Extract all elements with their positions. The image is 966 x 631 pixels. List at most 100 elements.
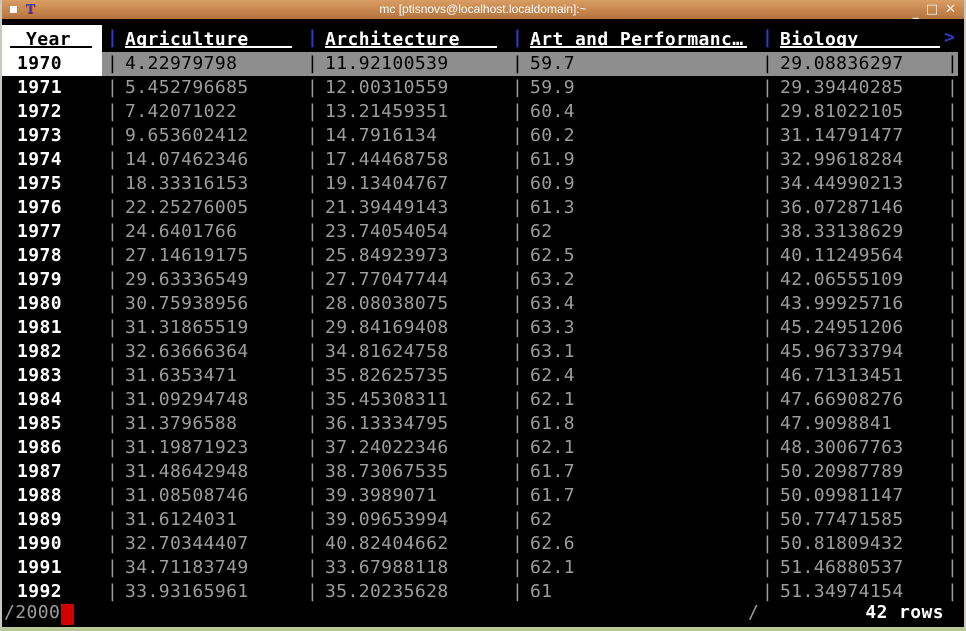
cell-biology[interactable]: | 50.81809432 bbox=[757, 532, 942, 556]
cell-art-and-performance[interactable]: | 62.5 bbox=[507, 244, 757, 268]
cell-year[interactable]: 1971 bbox=[2, 76, 102, 100]
cell-biology[interactable]: | 40.11249564 bbox=[757, 244, 942, 268]
cell-architecture[interactable]: | 39.09653994 bbox=[302, 508, 507, 532]
cell-biology[interactable]: | 45.96733794 bbox=[757, 340, 942, 364]
cell-agriculture[interactable]: | 9.653602412 bbox=[102, 124, 302, 148]
cell-architecture[interactable]: | 14.7916134 bbox=[302, 124, 507, 148]
titlebar[interactable]: T mc [ptisnovs@localhost.localdomain]:~ … bbox=[2, 0, 964, 19]
table-row[interactable]: 1990 | 32.70344407 | 40.82404662 | 62.6 | 50… bbox=[2, 532, 964, 556]
cell-architecture[interactable]: | 39.3989071 bbox=[302, 484, 507, 508]
cell-biology[interactable]: | 34.44990213 bbox=[757, 172, 942, 196]
cell-agriculture[interactable]: | 29.63336549 bbox=[102, 268, 302, 292]
cell-biology[interactable]: | 43.99925716 bbox=[757, 292, 942, 316]
cell-agriculture[interactable]: | 32.63666364 bbox=[102, 340, 302, 364]
cell-art-and-performance[interactable]: | 62 bbox=[507, 220, 757, 244]
cell-agriculture[interactable]: | 30.75938956 bbox=[102, 292, 302, 316]
cell-agriculture[interactable]: | 31.48642948 bbox=[102, 460, 302, 484]
table-row[interactable]: 1987 | 31.48642948 | 38.73067535 | 61.7 | 50… bbox=[2, 460, 964, 484]
cell-art-and-performance[interactable]: | 63.3 bbox=[507, 316, 757, 340]
cell-art-and-performance[interactable]: | 60.2 bbox=[507, 124, 757, 148]
column-header-architecture[interactable]: | Architecture bbox=[302, 25, 507, 52]
cell-biology[interactable]: | 29.39440285 bbox=[757, 76, 942, 100]
column-header-agriculture[interactable]: | Agriculture bbox=[102, 25, 302, 52]
cell-agriculture[interactable]: | 14.07462346 bbox=[102, 148, 302, 172]
column-header-biology[interactable]: | Biology bbox=[757, 25, 942, 52]
cell-architecture[interactable]: | 25.84923973 bbox=[302, 244, 507, 268]
cell-architecture[interactable]: | 37.24022346 bbox=[302, 436, 507, 460]
cell-year[interactable]: 1975 bbox=[2, 172, 102, 196]
cell-agriculture[interactable]: | 5.452796685 bbox=[102, 76, 302, 100]
table-row[interactable]: 1976 | 22.25276005 | 21.39449143 | 61.3 | 36… bbox=[2, 196, 964, 220]
cell-year[interactable]: 1980 bbox=[2, 292, 102, 316]
cell-agriculture[interactable]: | 24.6401766 bbox=[102, 220, 302, 244]
cell-agriculture[interactable]: | 32.70344407 bbox=[102, 532, 302, 556]
cell-art-and-performance[interactable]: | 61.7 bbox=[507, 484, 757, 508]
cell-year[interactable]: 1985 bbox=[2, 412, 102, 436]
cell-biology[interactable]: | 48.30067763 bbox=[757, 436, 942, 460]
cell-year[interactable]: 1991 bbox=[2, 556, 102, 580]
minimize-button[interactable]: _ bbox=[913, 6, 919, 18]
cell-year[interactable]: 1989 bbox=[2, 508, 102, 532]
cell-architecture[interactable]: | 35.82625735 bbox=[302, 364, 507, 388]
cell-biology[interactable]: | 29.08836297 bbox=[757, 52, 942, 76]
cell-art-and-performance[interactable]: | 61.3 bbox=[507, 196, 757, 220]
more-columns-icon[interactable]: > bbox=[944, 25, 955, 52]
cell-art-and-performance[interactable]: | 62 bbox=[507, 508, 757, 532]
cell-year[interactable]: 1978 bbox=[2, 244, 102, 268]
cell-agriculture[interactable]: | 34.71183749 bbox=[102, 556, 302, 580]
cell-architecture[interactable]: | 19.13404767 bbox=[302, 172, 507, 196]
cell-art-and-performance[interactable]: | 63.1 bbox=[507, 340, 757, 364]
cell-biology[interactable]: | 50.09981147 bbox=[757, 484, 942, 508]
cell-biology[interactable]: | 42.06555109 bbox=[757, 268, 942, 292]
cell-year[interactable]: 1987 bbox=[2, 460, 102, 484]
cell-architecture[interactable]: | 28.08038075 bbox=[302, 292, 507, 316]
table-row[interactable]: 1986 | 31.19871923 | 37.24022346 | 62.1 | 48… bbox=[2, 436, 964, 460]
cell-agriculture[interactable]: | 31.09294748 bbox=[102, 388, 302, 412]
column-header-art-and-performance[interactable]: | Art and Performanc… bbox=[507, 25, 757, 52]
table-row[interactable]: 1972 | 7.42071022 | 13.21459351 | 60.4 | 29.… bbox=[2, 100, 964, 124]
cell-art-and-performance[interactable]: | 59.7 bbox=[507, 52, 757, 76]
table-row[interactable]: 1984 | 31.09294748 | 35.45308311 | 62.1 | 47… bbox=[2, 388, 964, 412]
column-header-year[interactable]: Year bbox=[2, 25, 102, 52]
cell-art-and-performance[interactable]: | 60.4 bbox=[507, 100, 757, 124]
cell-biology[interactable]: | 50.20987789 bbox=[757, 460, 942, 484]
cell-art-and-performance[interactable]: | 61.8 bbox=[507, 412, 757, 436]
table-row[interactable]: 1974 | 14.07462346 | 17.44468758 | 61.9 | 32… bbox=[2, 148, 964, 172]
table-row[interactable]: 1985 | 31.3796588 | 36.13334795 | 61.8 | 47.… bbox=[2, 412, 964, 436]
cell-agriculture[interactable]: | 31.6353471 bbox=[102, 364, 302, 388]
cell-architecture[interactable]: | 34.81624758 bbox=[302, 340, 507, 364]
cell-agriculture[interactable]: | 4.22979798 bbox=[102, 52, 302, 76]
cell-architecture[interactable]: | 21.39449143 bbox=[302, 196, 507, 220]
cell-agriculture[interactable]: | 31.08508746 bbox=[102, 484, 302, 508]
close-button[interactable]: ✕ bbox=[945, 3, 956, 16]
table-row[interactable]: 1979 | 29.63336549 | 27.77047744 | 63.2 | 42… bbox=[2, 268, 964, 292]
table-row[interactable]: 1991 | 34.71183749 | 33.67988118 | 62.1 | 51… bbox=[2, 556, 964, 580]
table-row[interactable]: 1975 | 18.33316153 | 19.13404767 | 60.9 | 34… bbox=[2, 172, 964, 196]
cell-biology[interactable]: | 47.9098841 bbox=[757, 412, 942, 436]
search-input[interactable]: /2000 bbox=[4, 601, 75, 625]
cell-architecture[interactable]: | 27.77047744 bbox=[302, 268, 507, 292]
table-row[interactable]: 1978 | 27.14619175 | 25.84923973 | 62.5 | 40… bbox=[2, 244, 964, 268]
cell-agriculture[interactable]: | 22.25276005 bbox=[102, 196, 302, 220]
table-row[interactable]: 1989 | 31.6124031 | 39.09653994 | 62 | 50.77… bbox=[2, 508, 964, 532]
cell-architecture[interactable]: | 17.44468758 bbox=[302, 148, 507, 172]
cell-year[interactable]: 1983 bbox=[2, 364, 102, 388]
cell-agriculture[interactable]: | 27.14619175 bbox=[102, 244, 302, 268]
maximize-button[interactable]: □ bbox=[926, 3, 938, 16]
cell-year[interactable]: 1973 bbox=[2, 124, 102, 148]
cell-architecture[interactable]: | 12.00310559 bbox=[302, 76, 507, 100]
cell-biology[interactable]: | 46.71313451 bbox=[757, 364, 942, 388]
cell-architecture[interactable]: | 11.92100539 bbox=[302, 52, 507, 76]
table-row[interactable]: 1973 | 9.653602412 | 14.7916134 | 60.2 | 31.… bbox=[2, 124, 964, 148]
cell-art-and-performance[interactable]: | 62.1 bbox=[507, 556, 757, 580]
cell-art-and-performance[interactable]: | 60.9 bbox=[507, 172, 757, 196]
cell-biology[interactable]: | 47.66908276 bbox=[757, 388, 942, 412]
cell-year[interactable]: 1990 bbox=[2, 532, 102, 556]
cell-architecture[interactable]: | 38.73067535 bbox=[302, 460, 507, 484]
table-row[interactable]: 1988 | 31.08508746 | 39.3989071 | 61.7 | 50.… bbox=[2, 484, 964, 508]
cell-year[interactable]: 1976 bbox=[2, 196, 102, 220]
cell-agriculture[interactable]: | 31.3796588 bbox=[102, 412, 302, 436]
cell-biology[interactable]: | 51.46880537 bbox=[757, 556, 942, 580]
cell-art-and-performance[interactable]: | 62.1 bbox=[507, 388, 757, 412]
cell-art-and-performance[interactable]: | 62.6 bbox=[507, 532, 757, 556]
